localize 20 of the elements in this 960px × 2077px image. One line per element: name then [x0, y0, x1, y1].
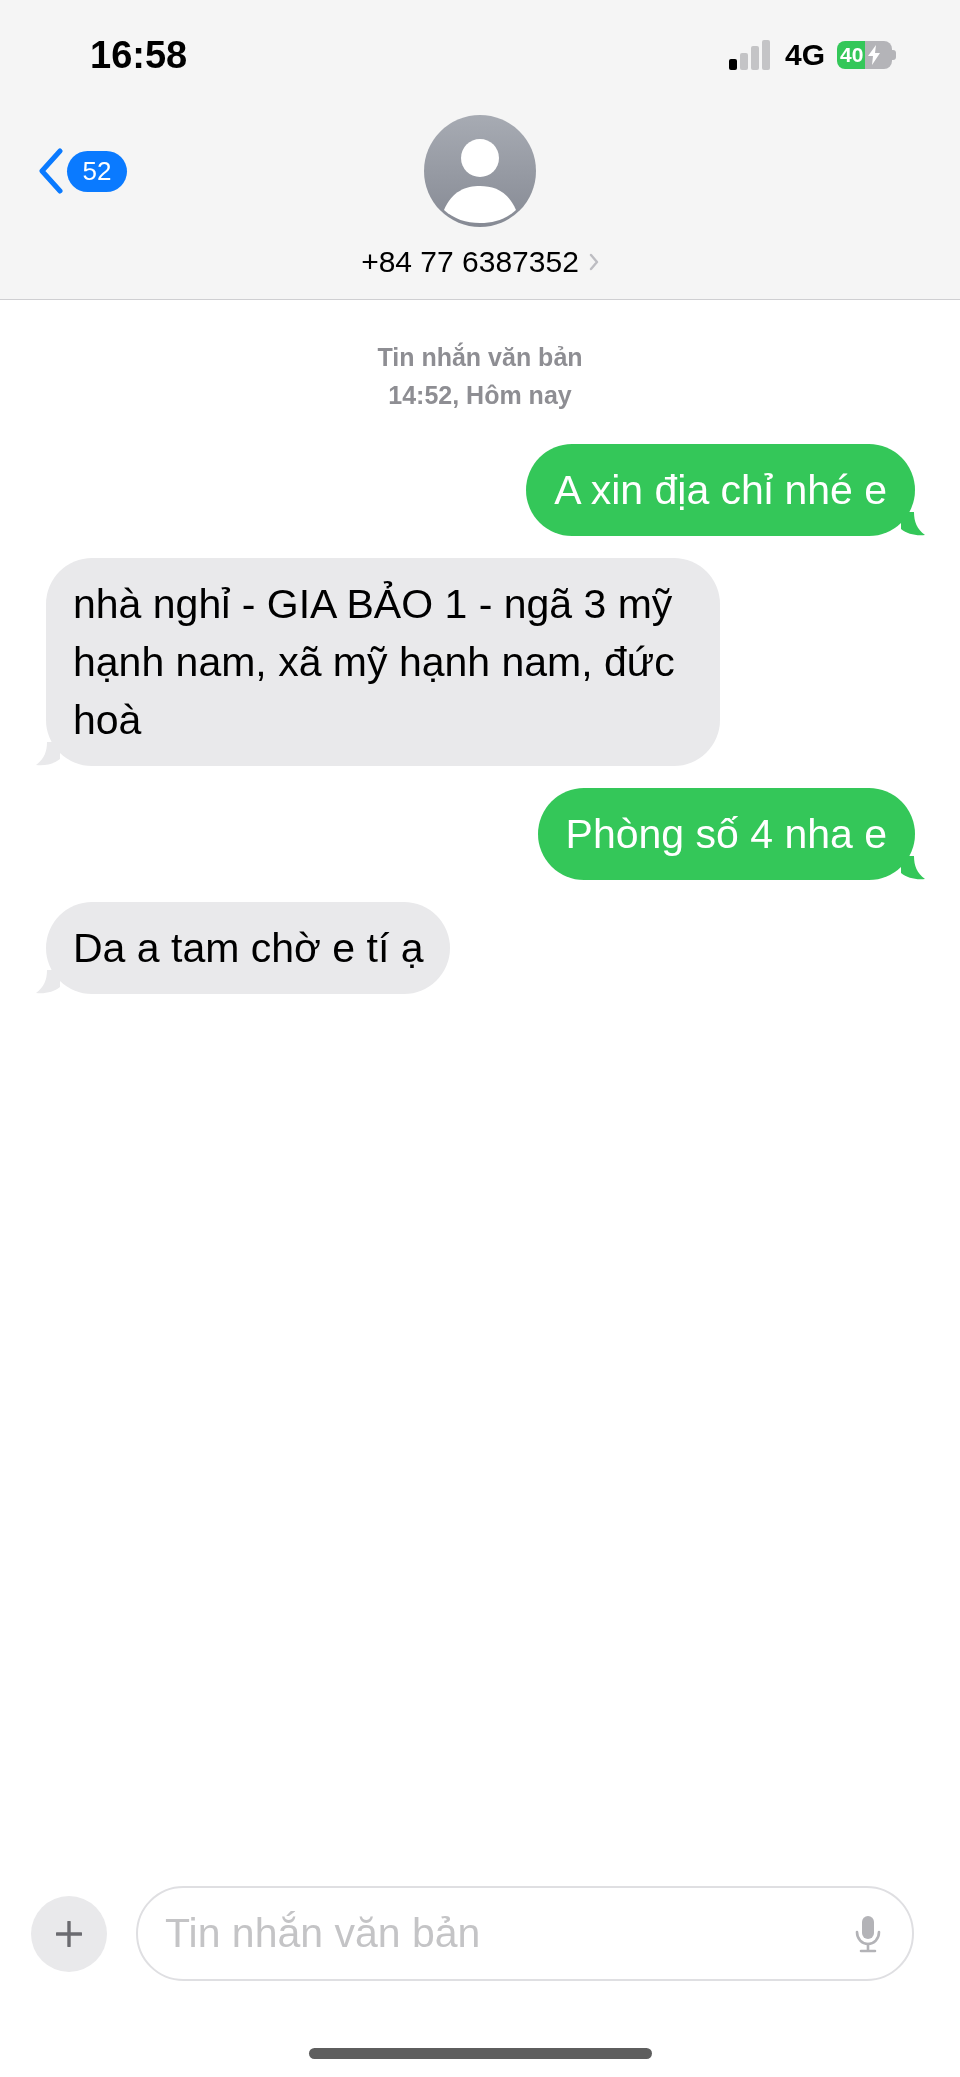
plus-icon: [56, 1920, 82, 1947]
sent-message-bubble: A xin địa chỉ nhé e: [526, 444, 925, 536]
unread-count-badge: 52: [67, 150, 127, 192]
microphone-icon[interactable]: [854, 1915, 882, 1953]
bolt-icon: [868, 45, 881, 65]
received-message-bubble: nhà nghỉ - GIA BẢO 1 - ngã 3 mỹ hạnh nam, xã mỹ hạnh nam, đức hoà: [36, 558, 720, 766]
back-chevron-icon: [38, 148, 64, 194]
service-label: Tin nhắn văn bản: [377, 341, 583, 373]
person-avatar-icon[interactable]: [424, 115, 536, 227]
network-type: 4G: [784, 38, 825, 72]
sent-message-bubble: Phòng số 4 nha e: [537, 788, 925, 880]
back-button[interactable]: 52: [38, 148, 127, 194]
status-time: 16:58: [90, 33, 188, 77]
contact-button[interactable]: +84 77 6387352: [361, 245, 599, 279]
signal-icon: [728, 40, 772, 70]
battery-percent: 40: [840, 42, 864, 68]
chevron-right-icon: [588, 253, 599, 271]
timestamp-label: 14:52, Hôm nay: [388, 380, 572, 411]
received-message-bubble: Da a tam chờ e tí ạ: [36, 902, 451, 994]
message-input-field[interactable]: Tin nhắn văn bản: [136, 1886, 914, 1981]
